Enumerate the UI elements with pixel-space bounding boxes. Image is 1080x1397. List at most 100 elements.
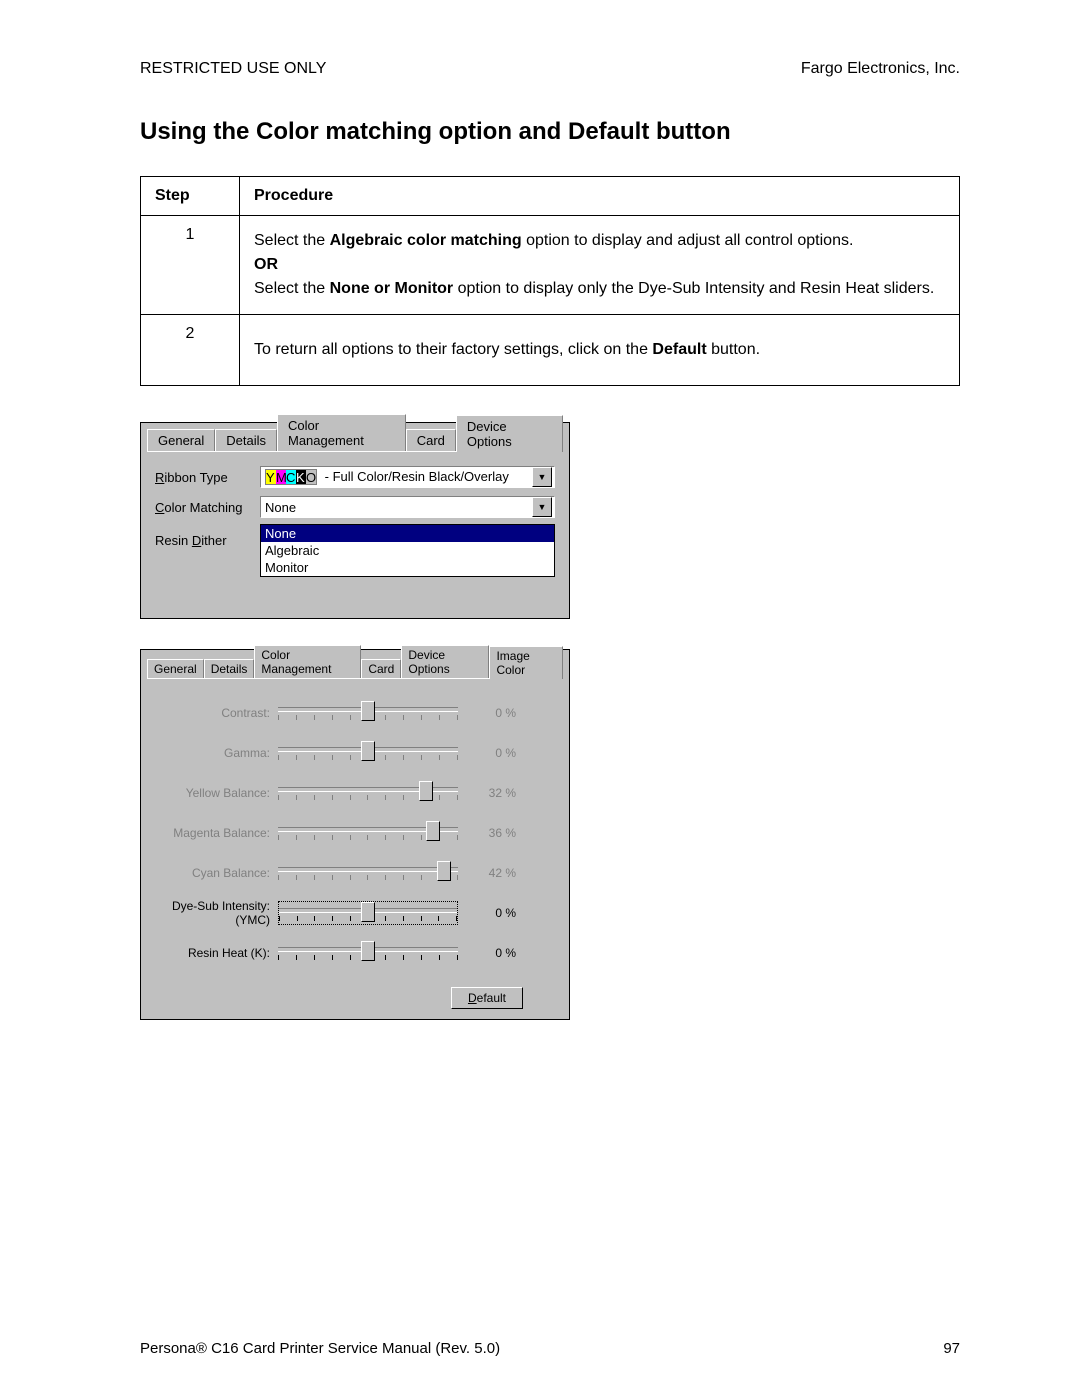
page-footer: Persona® C16 Card Printer Service Manual… [140,1340,960,1357]
ribbon-type-text: - Full Color/Resin Black/Overlay [325,469,509,484]
chevron-down-icon[interactable]: ▼ [532,497,552,517]
step-number: 1 [141,216,240,315]
slider-row: Cyan Balance: 42 % [155,853,555,893]
slider-track[interactable] [278,901,458,925]
tab-card[interactable]: Card [361,659,401,678]
procedure-cell: Select the Algebraic color matching opti… [240,216,960,315]
tab-card[interactable]: Card [406,429,456,451]
slider-row: Gamma: 0 % [155,733,555,773]
tab-device-options[interactable]: Device Options [401,645,489,678]
swatch-c: C [286,470,296,484]
tab-color-management[interactable]: Color Management [254,645,361,678]
col-procedure-header: Procedure [240,177,960,216]
slider-track [278,741,458,765]
ymcko-swatch: Y M C K O [265,469,317,485]
text: Select the [254,232,330,249]
col-step-header: Step [141,177,240,216]
ribbon-type-value: Y M C K O - Full Color/Resin Black/Overl… [263,469,532,486]
tab-details[interactable]: Details [215,429,277,451]
slider-value: 0 % [458,746,516,760]
ribbon-type-combo[interactable]: Y M C K O - Full Color/Resin Black/Overl… [260,466,555,488]
slider-thumb [361,741,375,761]
slider-value: 0 % [458,946,516,960]
swatch-y: Y [266,470,276,484]
default-button[interactable]: Default [451,987,523,1009]
slider-track [278,861,458,885]
resin-dither-label: Resin Dither [155,533,260,548]
footer-page-number: 97 [943,1340,960,1357]
table-row: 1 Select the Algebraic color matching op… [141,216,960,315]
slider-value: 42 % [458,866,516,880]
color-matching-label: Color Matching [155,500,260,515]
tab-details[interactable]: Details [204,659,255,678]
slider-track [278,701,458,725]
screenshot-device-options: General Details Color Management Card De… [140,422,570,619]
tab-row: General Details Color Management Card De… [147,425,563,451]
slider-label: Resin Heat (K): [155,946,278,960]
text-bold: Default [652,341,706,358]
screenshot-image-color: General Details Color Management Card De… [140,649,570,1020]
swatch-k: K [296,470,306,484]
slider-row: Resin Heat (K): 0 % [155,933,555,973]
swatch-m: M [276,470,286,484]
slider-row: Magenta Balance: 36 % [155,813,555,853]
slider-thumb[interactable] [361,902,375,922]
slider-label: Contrast: [155,706,278,720]
chevron-down-icon[interactable]: ▼ [532,467,552,487]
color-matching-combo[interactable]: None ▼ [260,496,555,518]
text: option to display only the Dye-Sub Inten… [453,280,934,297]
page-header: RESTRICTED USE ONLY Fargo Electronics, I… [140,60,960,78]
color-matching-value: None [263,500,532,515]
slider-thumb [426,821,440,841]
slider-track [278,781,458,805]
ribbon-type-label: Ribbon Type [155,470,260,485]
slider-value: 36 % [458,826,516,840]
tab-general[interactable]: General [147,659,204,678]
slider-label: Magenta Balance: [155,826,278,840]
header-left: RESTRICTED USE ONLY [140,60,326,78]
tab-image-color[interactable]: Image Color [489,646,563,679]
slider-label: Cyan Balance: [155,866,278,880]
resin-dither-row: Resin Dither [155,533,555,548]
procedure-table: Step Procedure 1 Select the Algebraic co… [140,176,960,386]
slider-value: 0 % [458,706,516,720]
page-title: Using the Color matching option and Defa… [140,118,960,146]
table-row: 2 To return all options to their factory… [141,315,960,386]
slider-row: Yellow Balance: 32 % [155,773,555,813]
text: option to display and adjust all control… [522,232,854,249]
procedure-cell: To return all options to their factory s… [240,315,960,386]
slider-thumb [361,701,375,721]
button-row: Default [147,981,563,1009]
tab-body: Ribbon Type Y M C K O - Full Color/Resin… [147,451,563,608]
text-bold: Algebraic color matching [330,232,522,249]
slider-thumb [437,861,451,881]
slider-label: Yellow Balance: [155,786,278,800]
tab-row: General Details Color Management Card De… [147,652,563,678]
text-or: OR [254,256,945,274]
tab-color-management[interactable]: Color Management [277,414,406,451]
step-number: 2 [141,315,240,386]
color-matching-row: Color Matching None ▼ [155,496,555,518]
text: button. [707,341,760,358]
slider-thumb[interactable] [361,941,375,961]
swatch-o: O [306,470,316,484]
slider-row: Contrast: 0 % [155,693,555,733]
tab-general[interactable]: General [147,429,215,451]
slider-label: Gamma: [155,746,278,760]
page: RESTRICTED USE ONLY Fargo Electronics, I… [0,0,1080,1397]
slider-value: 0 % [458,906,516,920]
slider-track[interactable] [278,941,458,965]
tab-body: Contrast: 0 % Gamma: 0 % Yellow Balance: 32 %… [147,678,563,981]
tab-device-options[interactable]: Device Options [456,415,563,452]
header-right: Fargo Electronics, Inc. [801,60,960,78]
text: Select the [254,280,330,297]
slider-row: Dye-Sub Intensity: (YMC) 0 % [155,893,555,933]
slider-thumb [419,781,433,801]
text: To return all options to their factory s… [254,341,652,358]
ribbon-type-row: Ribbon Type Y M C K O - Full Color/Resin… [155,466,555,488]
slider-value: 32 % [458,786,516,800]
footer-left: Persona® C16 Card Printer Service Manual… [140,1340,500,1357]
slider-track [278,821,458,845]
text-bold: None or Monitor [330,280,454,297]
slider-label: Dye-Sub Intensity: (YMC) [155,899,278,927]
